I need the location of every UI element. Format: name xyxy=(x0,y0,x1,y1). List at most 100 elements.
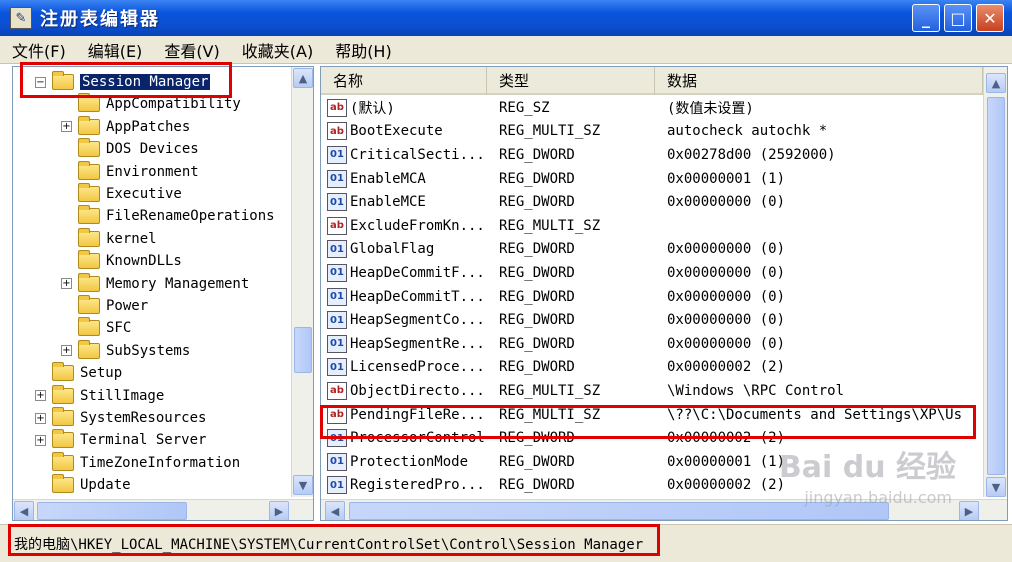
tree-item-label: SystemResources xyxy=(80,410,207,426)
tree-item[interactable]: + Terminal Server xyxy=(35,429,206,451)
value-row[interactable]: 01 HeapSegmentCo... REG_DWORD 0x00000000 (0… xyxy=(321,308,985,332)
value-name-cell: 01 GlobalFlag xyxy=(321,240,487,259)
tree-scroll-right-button[interactable]: ▶ xyxy=(269,501,289,520)
list-scroll-right-button[interactable]: ▶ xyxy=(959,501,979,520)
menu-favorites[interactable]: 收藏夹(A) xyxy=(242,38,313,62)
menu-file[interactable]: 文件(F) xyxy=(12,38,66,62)
binary-value-icon: 01 xyxy=(327,169,347,188)
folder-icon xyxy=(78,227,100,247)
value-data: \Windows \RPC Control xyxy=(667,382,845,399)
tree-item[interactable]: FileRenameOperations xyxy=(61,205,275,227)
tree-item[interactable]: + SubSystems xyxy=(61,339,190,362)
tree-item-label: Setup xyxy=(80,365,123,382)
tree-scroll-down-button[interactable]: ▼ xyxy=(293,475,313,495)
column-name[interactable]: 名称 xyxy=(321,67,487,95)
value-row[interactable]: 01 GlobalFlag REG_DWORD 0x00000000 (0) xyxy=(321,238,985,262)
value-name: HeapDeCommitT... xyxy=(350,288,485,305)
tree-expander[interactable]: + xyxy=(35,434,46,446)
tree-item[interactable]: Power xyxy=(61,295,148,317)
folder-icon xyxy=(78,160,100,180)
tree-item-label: StillImage xyxy=(80,387,165,404)
value-name: EnableMCA xyxy=(350,170,426,187)
tree-item-label: kernel xyxy=(106,230,157,247)
binary-value-icon: 01 xyxy=(327,334,347,353)
value-row[interactable]: 01 HeapSegmentRe... REG_DWORD 0x00000000 (0… xyxy=(321,332,985,356)
tree-item[interactable]: + AppPatches xyxy=(61,115,191,138)
tree-expander[interactable]: + xyxy=(61,278,72,290)
value-type: REG_DWORD xyxy=(499,453,575,470)
tree-item[interactable]: Update xyxy=(35,474,131,496)
column-data[interactable]: 数据 xyxy=(655,67,983,95)
value-name-cell: ab PendingFileRe... xyxy=(321,405,487,424)
tree-scroll-left-button[interactable]: ◀ xyxy=(14,501,34,520)
value-data: 0x00000000 (0) xyxy=(667,194,786,211)
value-name-cell: 01 LicensedProce... xyxy=(321,358,487,377)
menu-help[interactable]: 帮助(H) xyxy=(335,38,392,62)
tree-expander[interactable]: − xyxy=(35,76,46,88)
folder-icon xyxy=(52,474,74,494)
tree-item[interactable]: Executive xyxy=(61,183,182,205)
key-tree-pane[interactable]: − Session Manager AppCompatibility + AppPatc… xyxy=(12,66,314,521)
list-scroll-left-button[interactable]: ◀ xyxy=(325,501,345,520)
list-scroll-thumb[interactable] xyxy=(987,97,1005,475)
folder-icon xyxy=(78,272,100,292)
tree-item[interactable]: Setup xyxy=(35,362,122,384)
tree-expander[interactable]: + xyxy=(35,390,46,402)
tree-item[interactable]: + Memory Management xyxy=(61,272,249,295)
tree-scroll-thumb[interactable] xyxy=(294,327,312,373)
value-row[interactable]: ab BootExecute REG_MULTI_SZ autocheck autoc… xyxy=(321,120,985,144)
value-name: BootExecute xyxy=(350,123,443,140)
folder-icon xyxy=(78,183,100,202)
value-row[interactable]: 01 HeapDeCommitF... REG_DWORD 0x00000000 (0… xyxy=(321,261,985,285)
maximize-button[interactable]: □ xyxy=(944,4,972,32)
list-vertical-scrollbar[interactable]: ▲ ▼ xyxy=(983,67,1007,497)
tree-horizontal-scrollbar[interactable]: ◀ ▶ xyxy=(13,499,313,520)
value-row[interactable]: ab (默认) REG_SZ (数值未设置) xyxy=(321,96,985,120)
tree-item[interactable]: − Session Manager xyxy=(35,71,211,93)
tree-scroll-up-button[interactable]: ▲ xyxy=(293,68,313,88)
menu-view[interactable]: 查看(V) xyxy=(164,38,219,62)
value-row[interactable]: 01 CriticalSecti... REG_DWORD 0x00278d00 (2… xyxy=(321,143,985,167)
tree-item[interactable]: DOS Devices xyxy=(61,138,199,160)
folder-icon xyxy=(52,429,74,449)
tree-item[interactable]: AppCompatibility xyxy=(61,93,241,115)
value-name-cell: 01 HeapDeCommitF... xyxy=(321,263,487,282)
tree-item-label: AppPatches xyxy=(106,118,191,135)
folder-icon xyxy=(78,317,100,337)
tree-item[interactable]: kernel xyxy=(61,227,157,250)
value-row[interactable]: 01 EnableMCE REG_DWORD 0x00000000 (0) xyxy=(321,190,985,214)
tree-vertical-scrollbar[interactable]: ▲ ▼ xyxy=(291,67,313,497)
tree-expander[interactable]: + xyxy=(35,412,46,424)
tree-item-label: Environment xyxy=(106,163,199,180)
menu-edit[interactable]: 编辑(E) xyxy=(88,38,143,62)
value-row[interactable]: ab ExcludeFromKn... REG_MULTI_SZ xyxy=(321,214,985,238)
folder-icon xyxy=(78,93,100,113)
tree-item[interactable]: Environment xyxy=(61,160,199,183)
tree-expander[interactable]: + xyxy=(61,121,72,133)
tree-expander[interactable]: + xyxy=(61,345,72,357)
title-bar[interactable]: ✎ 注册表编辑器 _ □ ✕ xyxy=(0,0,1012,36)
list-scroll-up-button[interactable]: ▲ xyxy=(986,73,1006,93)
tree-item[interactable]: TimeZoneInformation xyxy=(35,451,240,474)
column-type[interactable]: 类型 xyxy=(487,67,655,95)
value-row[interactable]: 01 HeapDeCommitT... REG_DWORD 0x00000000 (0… xyxy=(321,285,985,309)
regedit-app-icon: ✎ xyxy=(10,7,32,29)
close-button[interactable]: ✕ xyxy=(976,4,1004,32)
value-row[interactable]: 01 LicensedProce... REG_DWORD 0x00000002 (2… xyxy=(321,356,985,380)
tree-hscroll-thumb[interactable] xyxy=(37,502,187,520)
tree-item[interactable]: + SystemResources xyxy=(35,407,206,429)
value-type: REG_MULTI_SZ xyxy=(499,382,601,399)
minimize-button[interactable]: _ xyxy=(912,4,940,32)
value-name: PendingFileRe... xyxy=(350,406,485,423)
string-value-icon: ab xyxy=(327,216,347,235)
folder-icon xyxy=(52,451,74,471)
value-row[interactable]: 01 EnableMCA REG_DWORD 0x00000001 (1) xyxy=(321,167,985,191)
tree-item[interactable]: + StillImage xyxy=(35,384,165,407)
tree-item[interactable]: KnownDLLs xyxy=(61,250,182,272)
tree-item[interactable]: SFC xyxy=(61,317,131,339)
value-row[interactable]: ab ObjectDirecto... REG_MULTI_SZ \Windows \… xyxy=(321,379,985,403)
value-row[interactable]: ab PendingFileRe... REG_MULTI_SZ \??\C:\Doc… xyxy=(321,403,985,427)
value-name-cell: 01 EnableMCA xyxy=(321,169,487,188)
value-name: ProtectionMode xyxy=(350,453,469,470)
list-scroll-down-button[interactable]: ▼ xyxy=(986,477,1006,497)
